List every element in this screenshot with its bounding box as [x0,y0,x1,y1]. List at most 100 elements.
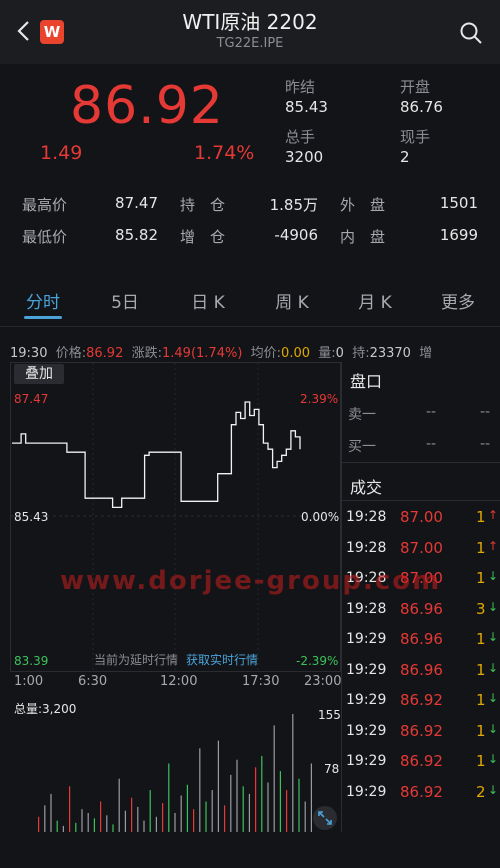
volume-bar [236,759,238,832]
trade-volume: 1 [476,538,486,557]
info-change: 1.49(1.74%) [162,346,243,361]
overlay-button[interactable]: 叠加 [14,364,64,384]
trade-time: 19:29 [346,631,387,647]
volume-bar [162,803,164,832]
inner-label: 内 盘 [340,228,386,246]
divider [342,500,500,501]
trade-volume: 1 [476,569,486,587]
tab-weekly-k[interactable]: 周 K [262,288,322,313]
volume-bar [286,790,288,832]
realtime-quote-link[interactable]: 获取实时行情 [186,651,258,668]
info-price-label: 价格: [55,346,87,361]
trade-time: 19:29 [346,783,387,800]
crosshair-info: 19:30 价格:86.92 涨跌:1.49(1.74%) 均价:0.00 量:… [10,342,432,361]
trade-price: 87.00 [400,538,443,557]
tab-more[interactable]: 更多 [428,288,488,313]
volume-bar [75,822,77,832]
volume-bar [100,801,102,832]
volume-bar [224,805,226,832]
inner-value: 1699 [439,226,478,244]
oi-change-label: 增 仓 [180,228,226,246]
trade-volume: 1 [476,508,486,526]
bid-label: 买一 [348,439,376,455]
volume-axis-max: 155 [318,708,341,722]
search-icon[interactable] [458,20,484,46]
bid-price: -- [426,436,437,452]
tab-daily-k[interactable]: 日 K [178,288,238,313]
total-volume-caption: 总量:3,200 [14,702,77,716]
volume-bar [186,784,188,832]
active-tab-indicator [24,316,62,319]
orderbook-title: 盘口 [350,372,383,391]
intraday-chart[interactable] [10,362,341,672]
volume-bar [106,815,108,832]
trade-time: 19:28 [346,600,387,617]
time-label-4: 23:00 [304,674,342,689]
time-label-2: 12:00 [160,674,198,689]
open-value: 86.76 [400,98,443,116]
info-time: 19:30 [10,346,48,361]
open-label: 开盘 [400,78,431,96]
volume-bar [180,795,182,832]
volume-bar [44,805,46,832]
tab-intraday[interactable]: 分时 [13,288,73,313]
volume-bar [298,778,300,832]
oi-change-value: -4906 [274,226,318,244]
trade-time: 19:29 [346,722,387,739]
volume-bar [273,725,275,832]
volume-bar [137,806,139,832]
time-label-3: 17:30 [242,674,280,689]
volume-bar [261,755,263,832]
y-axis-low: 83.39 [14,654,49,668]
trade-time: 19:28 [346,509,387,525]
instrument-code: TG22E.IPE [216,36,284,51]
info-oi-label: 持: [352,346,370,361]
volume-bar [50,793,52,832]
volume-axis-mid: 78 [324,762,340,776]
trade-direction-icon: ↓ [488,630,499,644]
total-volume-label: 总手 [285,128,316,146]
price-change-percent: 1.74% [194,142,255,164]
trade-direction-icon: ↑ [488,508,499,522]
low-label: 最低价 [22,228,68,246]
trade-volume: 1 [476,752,486,770]
trade-volume: 1 [476,630,486,648]
volume-bar [131,797,133,832]
trade-row: 19:28 87.00 1 ↑ [346,502,500,532]
trade-price: 86.92 [400,782,443,801]
volume-bar [211,790,213,832]
info-avg-label: 均价: [250,346,282,361]
trade-price: 86.96 [400,660,443,679]
open-interest-value: 1.85万 [269,196,318,214]
trade-price: 86.92 [400,721,443,740]
trade-row: 19:29 86.92 1 ↓ [346,716,500,746]
price-change: 1.49 [40,142,83,164]
trade-price: 86.96 [400,599,443,618]
trade-time: 19:28 [346,539,387,556]
volume-bar [255,767,257,832]
ask-price: -- [426,404,437,420]
y-axis-base-pct: 0.00% [301,510,340,524]
volume-bar [199,748,201,832]
trade-volume: 1 [476,660,486,679]
trade-direction-icon: ↓ [488,660,499,675]
tab-monthly-k[interactable]: 月 K [345,288,405,313]
tab-5day[interactable]: 5日 [95,288,155,313]
fullscreen-expand-icon[interactable] [313,806,337,830]
open-interest-label: 持 仓 [180,196,226,214]
trade-time: 19:29 [346,692,387,708]
trade-volume: 1 [476,721,486,740]
volume-bar [87,813,89,832]
y-axis-base: 85.43 [14,510,49,524]
volume-bar [230,774,232,832]
volume-bar [267,782,269,832]
info-volume: 0 [335,346,344,361]
trade-price: 86.96 [400,630,443,648]
trade-price: 86.92 [400,691,443,709]
volume-bar [193,809,195,832]
price-line [12,401,301,509]
volume-bar [168,763,170,832]
info-price: 86.92 [86,346,124,361]
info-more: 增 [419,346,433,361]
volume-bar [174,813,176,832]
